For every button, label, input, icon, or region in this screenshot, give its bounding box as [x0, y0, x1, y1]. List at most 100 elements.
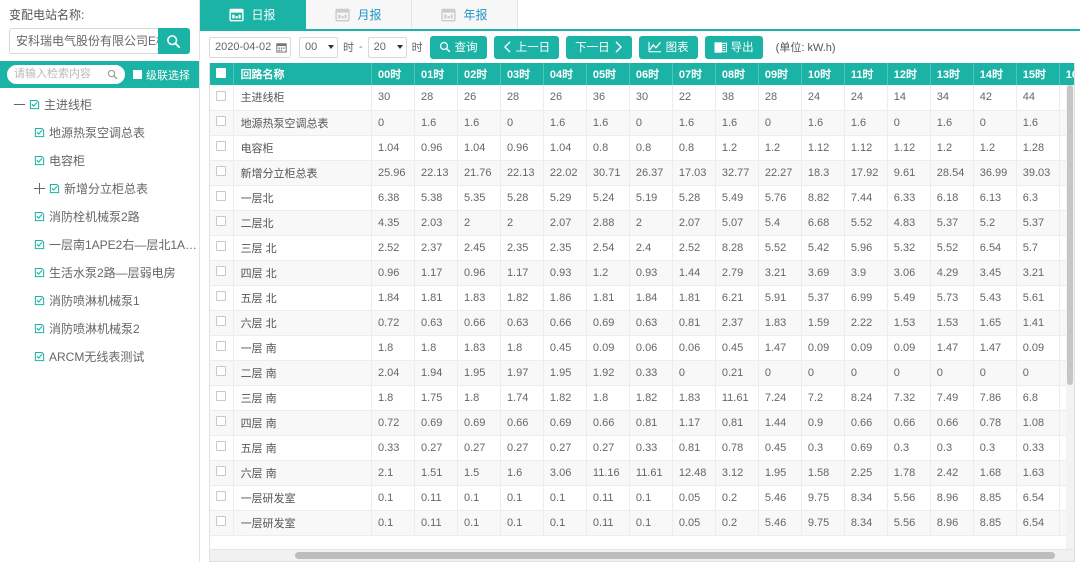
table-row[interactable]: 一层研发室0.10.110.10.10.10.110.10.050.25.469… — [210, 510, 1074, 535]
row-checkbox[interactable] — [216, 116, 226, 126]
table-row[interactable]: 电容柜1.040.961.040.961.040.80.80.81.21.21.… — [210, 135, 1074, 160]
value-cell: 0 — [758, 110, 801, 135]
value-cell: 0.09 — [1016, 335, 1059, 360]
row-checkbox[interactable] — [216, 391, 226, 401]
table-row[interactable]: 四层 北0.961.170.961.170.931.20.931.442.793… — [210, 260, 1074, 285]
vertical-scrollbar-thumb[interactable] — [1067, 85, 1073, 385]
tree-node[interactable]: 生活水泵2路—层弱电房 — [0, 258, 199, 286]
table-row[interactable]: 二层北4.352.03222.072.8822.075.075.46.685.5… — [210, 210, 1074, 235]
export-button[interactable]: 导出 — [705, 36, 763, 59]
row-select-cell[interactable] — [210, 235, 233, 260]
row-checkbox[interactable] — [216, 466, 226, 476]
date-picker[interactable]: 2020-04-02 — [209, 37, 291, 58]
row-select-cell[interactable] — [210, 435, 233, 460]
table-row[interactable]: 六层 北0.720.630.660.630.660.690.630.812.37… — [210, 310, 1074, 335]
row-select-cell[interactable] — [210, 360, 233, 385]
row-checkbox[interactable] — [216, 141, 226, 151]
tree-node[interactable]: 新增分立柜总表 — [0, 174, 199, 202]
row-select-cell[interactable] — [210, 135, 233, 160]
row-checkbox[interactable] — [216, 491, 226, 501]
tab-monthly[interactable]: 月报 — [306, 0, 412, 29]
horizontal-scrollbar-thumb[interactable] — [295, 552, 1055, 559]
table-row[interactable]: 六层 南2.11.511.51.63.0611.1611.6112.483.12… — [210, 460, 1074, 485]
tree-node[interactable]: 消防栓机械泵2路 — [0, 202, 199, 230]
row-checkbox[interactable] — [216, 316, 226, 326]
row-checkbox[interactable] — [216, 241, 226, 251]
row-select-cell[interactable] — [210, 310, 233, 335]
value-cell: 1.04 — [543, 135, 586, 160]
tree-node[interactable]: 电容柜 — [0, 146, 199, 174]
row-checkbox[interactable] — [216, 91, 226, 101]
expand-toggle-icon[interactable] — [34, 183, 45, 194]
meter-icon-wrap — [34, 127, 45, 138]
row-select-cell[interactable] — [210, 485, 233, 510]
table-row[interactable]: 新增分立柜总表25.9622.1321.7622.1322.0230.7126.… — [210, 160, 1074, 185]
row-checkbox[interactable] — [216, 216, 226, 226]
table-row[interactable]: 一层北6.385.385.355.285.295.245.195.285.495… — [210, 185, 1074, 210]
tab-yearly[interactable]: 年报 — [412, 0, 518, 29]
tree-filter-input[interactable]: 请输入检索内容 — [7, 65, 125, 84]
row-select-cell[interactable] — [210, 510, 233, 535]
value-cell: 36 — [586, 85, 629, 110]
value-cell: 1.78 — [887, 460, 930, 485]
row-checkbox[interactable] — [216, 191, 226, 201]
row-select-cell[interactable] — [210, 85, 233, 110]
tree-node[interactable]: 主进线柜 — [0, 90, 199, 118]
station-search-button[interactable] — [158, 28, 190, 54]
next-day-button[interactable]: 下一日 — [566, 36, 632, 59]
tree-node[interactable]: 消防喷淋机械泵2 — [0, 314, 199, 342]
table-row[interactable]: 一层 南1.81.81.831.80.450.090.060.060.451.4… — [210, 335, 1074, 360]
tab-daily[interactable]: 日报 — [200, 0, 306, 29]
vertical-scrollbar[interactable] — [1066, 85, 1074, 549]
row-checkbox[interactable] — [216, 366, 226, 376]
tree-node[interactable]: 消防喷淋机械泵1 — [0, 286, 199, 314]
row-checkbox[interactable] — [216, 266, 226, 276]
tree-node[interactable]: 地源热泵空调总表 — [0, 118, 199, 146]
table-row[interactable]: 三层 南1.81.751.81.741.821.81.821.8311.617.… — [210, 385, 1074, 410]
row-select-cell[interactable] — [210, 160, 233, 185]
hour-from-select[interactable]: 00 — [299, 37, 338, 58]
table-row[interactable]: 主进线柜302826282636302238282424143442444844… — [210, 85, 1074, 110]
value-cell: 0.1 — [500, 485, 543, 510]
row-select-cell[interactable] — [210, 385, 233, 410]
tree-node[interactable]: 一层南1APE2右—层北1APE1左 — [0, 230, 199, 258]
row-select-cell[interactable] — [210, 460, 233, 485]
row-select-cell[interactable] — [210, 335, 233, 360]
table-row[interactable]: 地源热泵空调总表01.61.601.61.601.61.601.61.601.6… — [210, 110, 1074, 135]
circuit-name-cell: 二层 南 — [233, 360, 371, 385]
query-button[interactable]: 查询 — [430, 36, 487, 59]
row-checkbox[interactable] — [216, 166, 226, 176]
value-cell: 1.17 — [500, 260, 543, 285]
row-select-cell[interactable] — [210, 260, 233, 285]
table-row[interactable]: 三层 北2.522.372.452.352.352.542.42.528.285… — [210, 235, 1074, 260]
station-input[interactable]: 安科瑞电气股份有限公司E栋 — [9, 28, 158, 54]
row-checkbox[interactable] — [216, 516, 226, 526]
row-checkbox[interactable] — [216, 341, 226, 351]
table-row[interactable]: 五层 北1.841.811.831.821.861.811.841.816.21… — [210, 285, 1074, 310]
prev-day-button[interactable]: 上一日 — [494, 36, 560, 59]
row-checkbox[interactable] — [216, 291, 226, 301]
row-select-cell[interactable] — [210, 110, 233, 135]
cascade-select-toggle[interactable]: 级联选择 — [133, 67, 190, 83]
select-all-header[interactable] — [210, 63, 233, 85]
row-select-cell[interactable] — [210, 185, 233, 210]
row-checkbox[interactable] — [216, 441, 226, 451]
value-cell: 0.81 — [672, 310, 715, 335]
table-row[interactable]: 一层研发室0.10.110.10.10.10.110.10.050.25.469… — [210, 485, 1074, 510]
row-select-cell[interactable] — [210, 285, 233, 310]
table-row[interactable]: 二层 南2.041.941.951.971.951.920.3300.21000… — [210, 360, 1074, 385]
collapse-toggle-icon[interactable] — [14, 99, 25, 110]
row-select-cell[interactable] — [210, 210, 233, 235]
value-cell: 1.86 — [543, 285, 586, 310]
select-all-checkbox[interactable] — [216, 68, 226, 78]
row-checkbox[interactable] — [216, 416, 226, 426]
value-cell: 1.83 — [457, 335, 500, 360]
tree-node[interactable]: ARCM无线表测试 — [0, 342, 199, 370]
row-select-cell[interactable] — [210, 410, 233, 435]
cascade-checkbox[interactable] — [133, 70, 142, 79]
horizontal-scrollbar[interactable] — [210, 549, 1074, 561]
table-row[interactable]: 四层 南0.720.690.690.660.690.660.811.170.81… — [210, 410, 1074, 435]
hour-to-select[interactable]: 20 — [368, 37, 407, 58]
chart-button[interactable]: 图表 — [639, 36, 698, 59]
table-row[interactable]: 五层 南0.330.270.270.270.270.270.330.810.78… — [210, 435, 1074, 460]
